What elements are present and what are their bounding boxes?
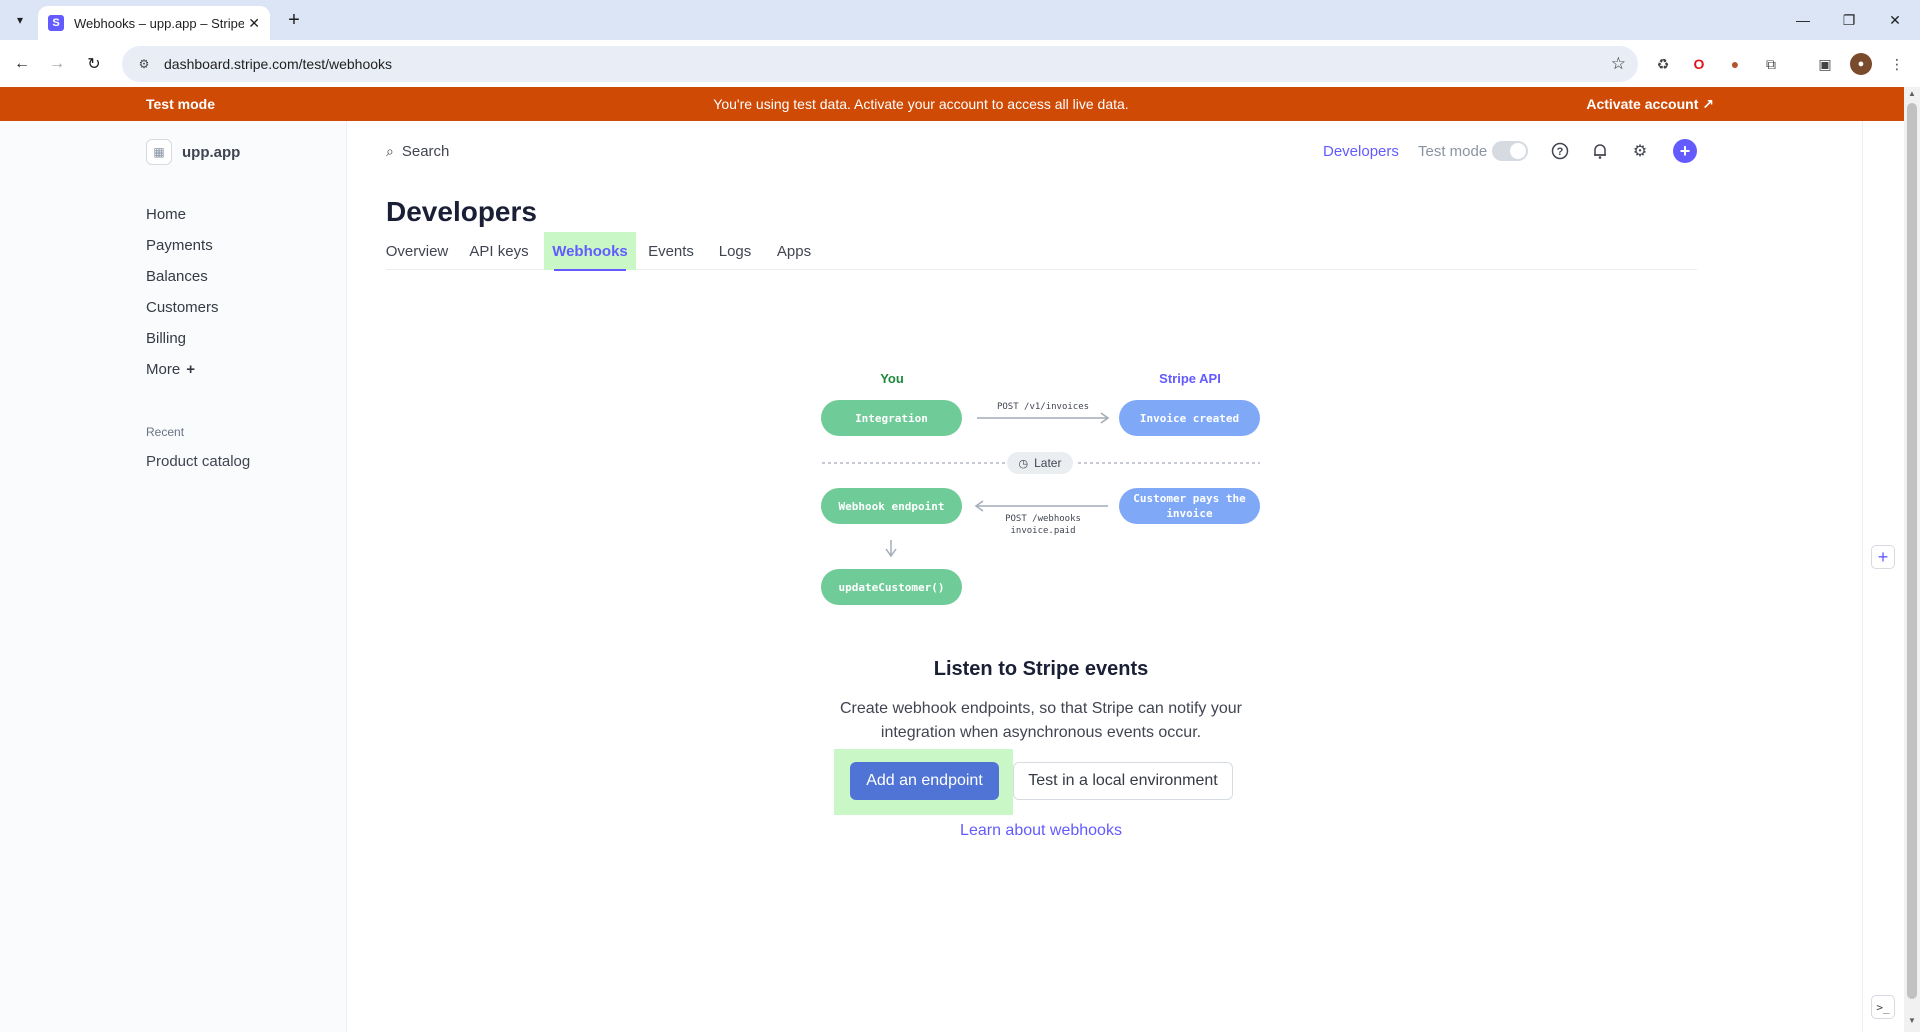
empty-state-title: Listen to Stripe events (933, 658, 1149, 680)
notifications-bell-icon[interactable] (1588, 139, 1612, 163)
tab-search-button[interactable]: ▾ (8, 8, 32, 32)
search-placeholder: Search (401, 143, 450, 160)
tab-events[interactable]: Events (648, 232, 694, 270)
empty-state-description: Create webhook endpoints, so that Stripe… (839, 700, 1242, 741)
side-panel-icon[interactable]: ▣ (1814, 53, 1836, 75)
back-icon[interactable]: ← (8, 50, 36, 78)
account-switcher[interactable]: ▦ upp.app (146, 139, 240, 165)
sidebar-item-more-label: More (146, 361, 181, 378)
address-bar[interactable]: ⚙ dashboard.stripe.com/test/webhooks ☆ (122, 46, 1638, 82)
forward-icon[interactable]: → (43, 50, 71, 78)
tab-title: Webhooks – upp.app – Stripe [Test] (74, 15, 244, 31)
update-customer-pill: updateCustomer() (821, 569, 962, 605)
you-label: You (880, 371, 904, 386)
activate-account-link[interactable]: Activate account ↗ (1586, 96, 1714, 113)
page-title: Developers (386, 196, 537, 227)
integration-pill: Integration (821, 400, 962, 436)
stripe-favicon-icon: S (48, 15, 64, 31)
scroll-down-arrow-icon[interactable]: ▼ (1904, 1016, 1920, 1030)
browser-menu-icon[interactable]: ⋮ (1886, 53, 1908, 75)
tab-logs[interactable]: Logs (718, 232, 752, 270)
extensions-puzzle-icon[interactable]: ⧉ (1760, 53, 1782, 75)
browser-toolbar: ← → ↻ ⚙ dashboard.stripe.com/test/webhoo… (0, 40, 1920, 87)
create-plus-button[interactable]: + (1673, 139, 1697, 163)
sidebar-item-home[interactable]: Home (146, 199, 219, 230)
tab-apps[interactable]: Apps (776, 232, 812, 270)
request-note: POST /v1/invoices (996, 402, 1090, 412)
webhook-note-line1: POST /webhooks (1005, 514, 1081, 524)
sidebar-nav: Home Payments Balances Customers Billing… (146, 199, 219, 385)
extension-recycle-icon[interactable]: ♻ (1652, 53, 1674, 75)
extension-opera-icon[interactable]: O (1688, 53, 1710, 75)
recent-item-product-catalog[interactable]: Product catalog (146, 453, 250, 470)
search-bar[interactable]: ⌕ Search (386, 143, 449, 160)
expand-panel-plus-icon[interactable]: + (1871, 545, 1895, 569)
minimize-icon[interactable]: — (1780, 6, 1826, 34)
building-icon: ▦ (146, 139, 172, 165)
webhook-note-line2: invoice.paid (1010, 526, 1076, 536)
sidebar-item-customers[interactable]: Customers (146, 292, 219, 323)
add-endpoint-button[interactable]: Add an endpoint (850, 762, 999, 800)
scroll-up-arrow-icon[interactable]: ▲ (1904, 89, 1920, 103)
test-mode-banner: Test mode You're using test data. Activa… (0, 87, 1904, 121)
test-mode-label: Test mode (1418, 143, 1488, 160)
sidebar: ▦ upp.app Home Payments Balances Custome… (0, 121, 347, 1032)
sidebar-item-billing[interactable]: Billing (146, 323, 219, 354)
banner-message: You're using test data. Activate your ac… (713, 96, 1129, 112)
stripe-api-label: Stripe API (1159, 371, 1221, 386)
browser-tab[interactable]: S Webhooks – upp.app – Stripe [Test] ✕ (38, 6, 270, 40)
developer-tabs: Overview API keys Webhooks Events Logs A… (386, 232, 1697, 271)
svg-text:?: ? (1557, 146, 1564, 158)
scroll-thumb[interactable] (1907, 103, 1917, 999)
plus-icon: + (186, 361, 195, 378)
sidebar-item-balances[interactable]: Balances (146, 261, 219, 292)
later-label: Later (1034, 456, 1062, 470)
clock-icon: ◷ (1018, 457, 1029, 470)
tab-api-keys[interactable]: API keys (468, 232, 530, 270)
extension-avatar-icon[interactable]: ● (1724, 53, 1746, 75)
customer-pays-pill: Customer pays the invoice (1119, 488, 1260, 524)
restore-icon[interactable]: ❐ (1826, 6, 1872, 34)
tab-close-icon[interactable]: ✕ (248, 15, 260, 32)
search-icon: ⌕ (386, 143, 394, 159)
webhook-endpoint-pill: Webhook endpoint (821, 488, 962, 524)
test-mode-toggle[interactable] (1492, 141, 1528, 161)
sidebar-item-payments[interactable]: Payments (146, 230, 219, 261)
reload-icon[interactable]: ↻ (80, 50, 108, 78)
profile-avatar-icon[interactable]: ● (1850, 53, 1872, 75)
page-scrollbar[interactable]: ▲ ▼ (1904, 87, 1920, 1032)
test-local-environment-button[interactable]: Test in a local environment (1013, 762, 1233, 800)
toggle-knob (1510, 143, 1526, 159)
site-info-icon[interactable]: ⚙ (134, 54, 154, 74)
settings-gear-icon[interactable]: ⚙ (1628, 139, 1652, 163)
recent-section-label: Recent (146, 425, 185, 439)
right-rail (1862, 121, 1904, 1032)
bookmark-star-icon[interactable]: ☆ (1611, 54, 1626, 74)
invoice-created-pill: Invoice created (1119, 400, 1260, 436)
new-tab-button[interactable]: + (282, 8, 306, 32)
account-name: upp.app (182, 143, 241, 161)
help-icon[interactable]: ? (1548, 139, 1572, 163)
close-window-icon[interactable]: ✕ (1872, 6, 1918, 34)
tab-webhooks[interactable]: Webhooks (544, 232, 636, 271)
browser-tab-strip: ▾ S Webhooks – upp.app – Stripe [Test] ✕… (0, 0, 1920, 40)
tab-overview[interactable]: Overview (386, 232, 449, 270)
sidebar-item-more[interactable]: More + (146, 354, 219, 385)
url-text[interactable]: dashboard.stripe.com/test/webhooks (164, 56, 392, 72)
terminal-icon[interactable]: >_ (1871, 995, 1895, 1019)
learn-about-webhooks-link[interactable]: Learn about webhooks (740, 822, 1342, 840)
webhook-flow-diagram: You Stripe API Integration Invoice creat… (820, 365, 1260, 615)
developers-link[interactable]: Developers (1323, 143, 1399, 160)
later-pill: ◷ Later (1007, 452, 1073, 474)
